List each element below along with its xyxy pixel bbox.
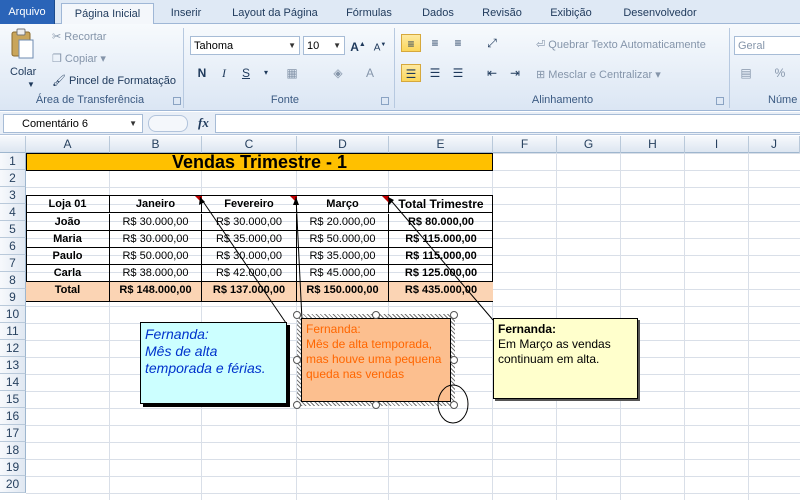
comment-box[interactable]: Fernanda: Em Março as vendas continuam e… <box>493 318 638 399</box>
resize-handles[interactable] <box>292 310 460 412</box>
comment-connectors <box>199 196 494 324</box>
comment-author: Fernanda: <box>498 322 557 336</box>
highlight-circle <box>437 384 469 424</box>
comment-text: Em Março as vendas continuam em alta. <box>498 337 611 366</box>
comment-box[interactable]: Fernanda: Mês de alta temporada e férias… <box>140 322 287 404</box>
